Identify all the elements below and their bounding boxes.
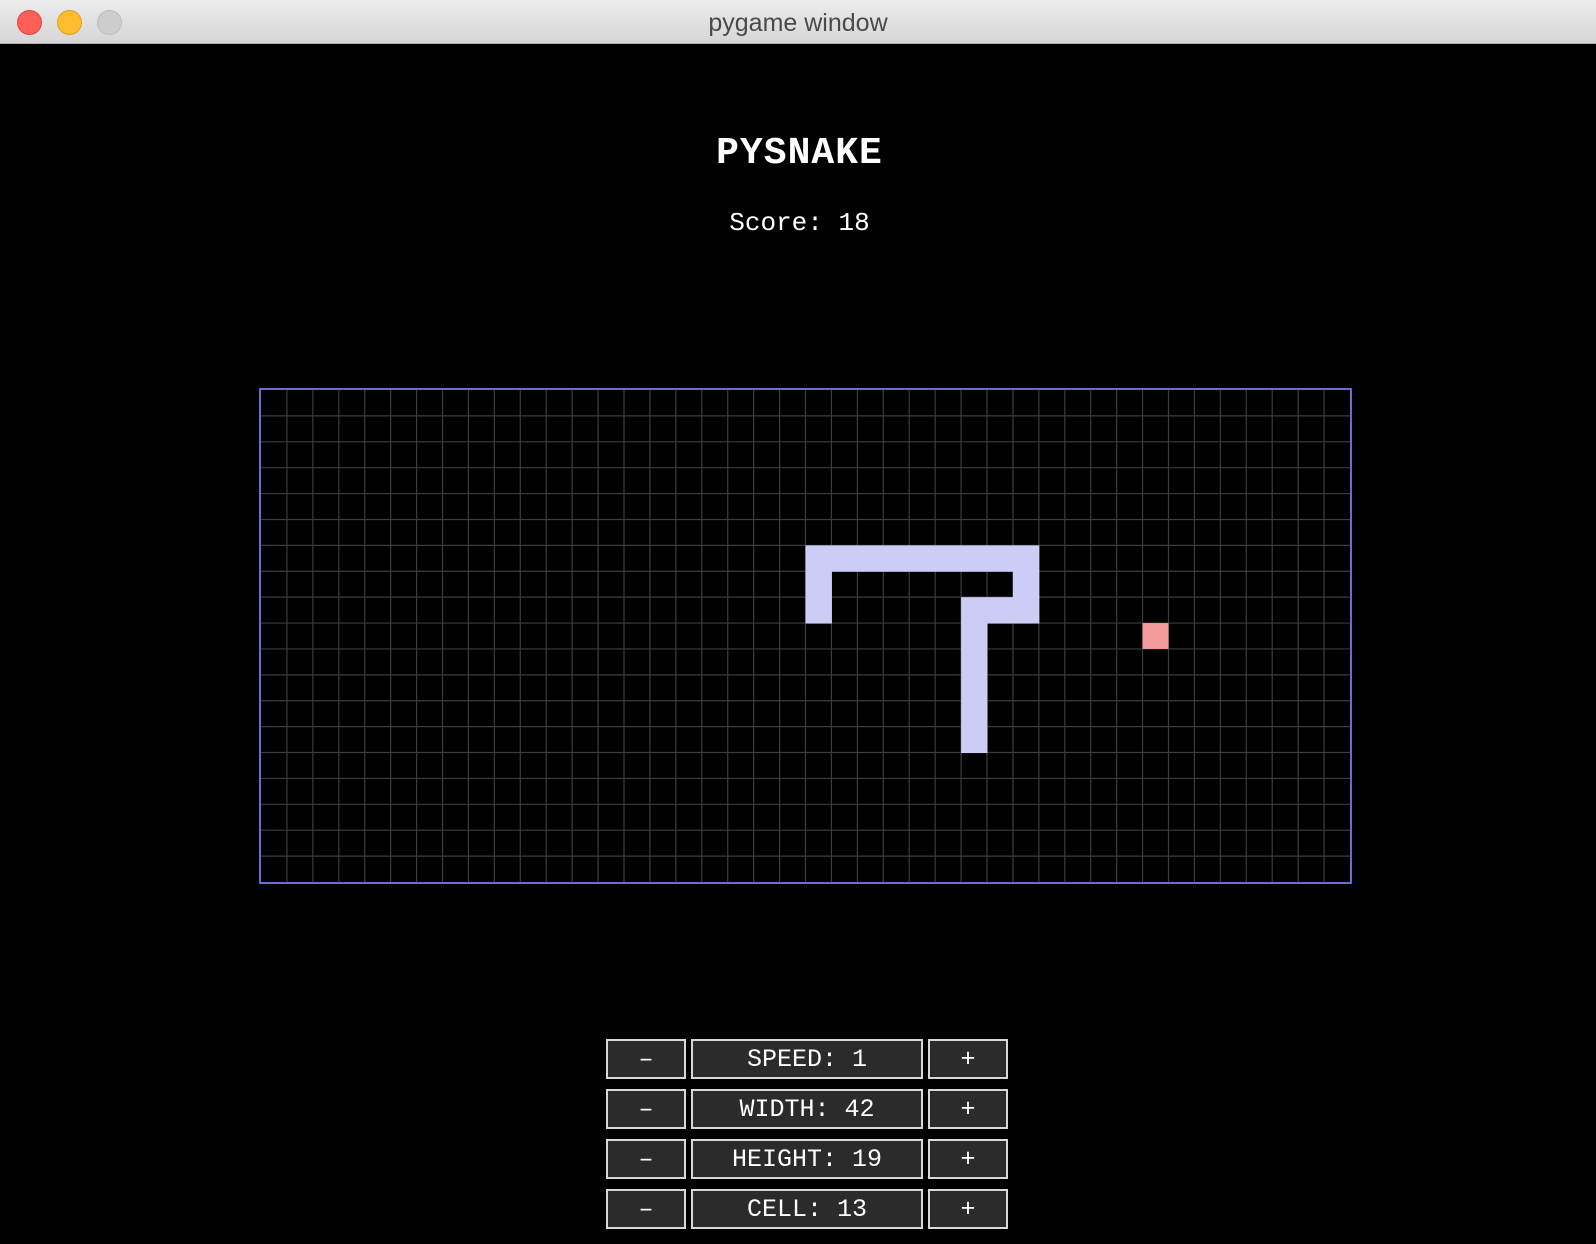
speed-label: SPEED: 1 <box>691 1039 923 1079</box>
snake-segment <box>805 597 832 624</box>
cell-label: CELL: 13 <box>691 1189 923 1229</box>
snake-segment <box>883 545 910 572</box>
height-label: HEIGHT: 19 <box>691 1139 923 1179</box>
score-display: Score: 18 <box>3 208 1596 238</box>
snake-segment <box>987 597 1014 624</box>
snake-segment <box>961 597 988 624</box>
title-bar[interactable]: pygame window <box>0 0 1596 44</box>
snake-segment <box>961 545 988 572</box>
snake-segment <box>805 571 832 598</box>
snake-segment <box>805 545 832 572</box>
cell-decrease-button[interactable]: – <box>606 1189 686 1229</box>
snake-segment <box>935 545 962 572</box>
score-value: 18 <box>838 208 870 238</box>
pygame-window: pygame window PYSNAKE Score: 18 – SPEED:… <box>0 0 1596 1244</box>
snake-segment <box>961 674 988 702</box>
height-decrease-button[interactable]: – <box>606 1139 686 1179</box>
snake-segment <box>1012 545 1040 572</box>
game-board[interactable] <box>259 388 1352 884</box>
score-label: Score: <box>729 208 823 238</box>
speed-increase-button[interactable]: + <box>928 1039 1008 1079</box>
window-title: pygame window <box>708 9 888 37</box>
speed-decrease-button[interactable]: – <box>606 1039 686 1079</box>
snake-segment <box>961 726 988 754</box>
snake-segment <box>961 623 988 650</box>
game-title: PYSNAKE <box>716 132 883 175</box>
game-area: PYSNAKE Score: 18 – SPEED: 1 + – WIDTH: … <box>3 44 1596 1244</box>
snake-segment <box>909 545 936 572</box>
width-label: WIDTH: 42 <box>691 1089 923 1129</box>
cell-increase-button[interactable]: + <box>928 1189 1008 1229</box>
snake-segment <box>857 545 884 572</box>
snake-segment <box>1012 571 1040 598</box>
snake-segment <box>831 545 858 572</box>
board-grid <box>261 390 1350 882</box>
height-increase-button[interactable]: + <box>928 1139 1008 1179</box>
snake-segment <box>961 700 988 728</box>
width-decrease-button[interactable]: – <box>606 1089 686 1129</box>
snake-segment <box>987 545 1014 572</box>
snake-segment <box>961 648 988 676</box>
food-pellet <box>1142 623 1169 649</box>
snake-segment <box>1012 597 1040 624</box>
width-increase-button[interactable]: + <box>928 1089 1008 1129</box>
